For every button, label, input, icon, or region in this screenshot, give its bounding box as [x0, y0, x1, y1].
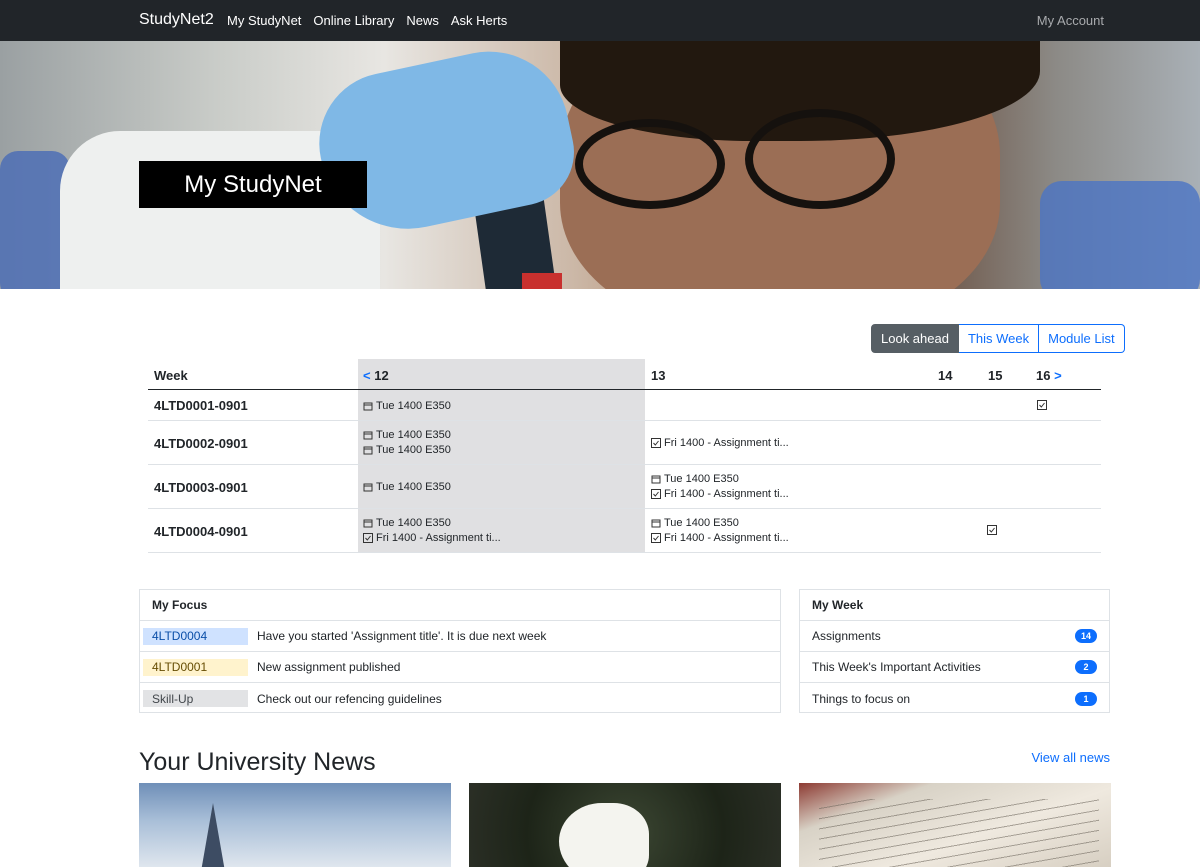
timetable-header: Week < 12 13 14 15 16 >	[148, 359, 1101, 390]
my-focus-panel: My Focus 4LTD0004 Have you started 'Assi…	[139, 589, 781, 713]
focus-text: Check out our refencing guidelines	[257, 691, 442, 706]
my-week-label: Things to focus on	[812, 691, 911, 706]
my-week-panel: My Week Assignments 14 This Week's Impor…	[799, 589, 1110, 713]
timetable-assignment[interactable]: Fri 1400 - Assignment ti...	[651, 488, 789, 500]
week-16-header: 16 >	[1036, 368, 1062, 383]
module-tag: Skill-Up	[143, 690, 248, 707]
hero-decor	[575, 119, 725, 209]
view-all-news-link[interactable]: View all news	[1031, 750, 1110, 765]
timetable-event[interactable]: Tue 1400 E350	[363, 444, 451, 456]
news-image-decor	[559, 803, 649, 867]
timetable-assignment[interactable]: Fri 1400 - Assignment ti...	[651, 532, 789, 544]
hero-decor	[1040, 181, 1200, 289]
module-code[interactable]: 4LTD0001-0901	[154, 398, 248, 413]
timetable-event[interactable]: Tue 1400 E350	[651, 517, 789, 529]
calendar-icon	[363, 519, 373, 528]
hero-banner-image: My StudyNet	[0, 41, 1200, 289]
count-badge: 2	[1075, 660, 1097, 674]
page-title: My StudyNet	[139, 161, 367, 208]
my-week-item[interactable]: Things to focus on 1	[800, 683, 1109, 714]
calendar-icon	[363, 446, 373, 455]
checkbox-icon	[363, 533, 373, 543]
hero-decor	[745, 109, 895, 209]
table-row: 4LTD0002-0901 Tue 1400 E350 Tue 1400 E35…	[148, 421, 1101, 465]
focus-item[interactable]: 4LTD0004 Have you started 'Assignment ti…	[140, 621, 780, 652]
nav-news[interactable]: News	[406, 13, 439, 28]
calendar-icon	[363, 431, 373, 440]
calendar-icon	[363, 402, 373, 411]
calendar-icon	[651, 475, 661, 484]
focus-item[interactable]: 4LTD0001 New assignment published	[140, 652, 780, 683]
module-code[interactable]: 4LTD0004-0901	[154, 524, 248, 539]
news-image-decor	[819, 799, 1099, 867]
timetable: Week < 12 13 14 15 16 > 4LTD0001-0901 Tu…	[148, 359, 1101, 553]
nav-ask-herts[interactable]: Ask Herts	[451, 13, 507, 28]
prev-week-arrow[interactable]: <	[363, 368, 371, 383]
checkbox-icon	[651, 438, 661, 448]
nav-online-library[interactable]: Online Library	[313, 13, 394, 28]
timetable-assignment[interactable]: Fri 1400 - Assignment ti...	[651, 437, 789, 449]
my-week-title: My Week	[800, 590, 1109, 621]
week-12-cell: Tue 1400 E350	[363, 481, 451, 493]
table-row: 4LTD0004-0901 Tue 1400 E350 Fri 1400 - A…	[148, 509, 1101, 553]
news-card-image[interactable]	[139, 783, 451, 867]
week-12-header: < 12	[363, 368, 389, 383]
timetable-event[interactable]: Tue 1400 E350	[363, 400, 451, 412]
week-column-label: Week	[154, 368, 188, 383]
top-navbar: StudyNet2 My StudyNet Online Library New…	[0, 0, 1200, 41]
view-toggle-group: Look ahead This Week Module List	[871, 324, 1125, 353]
next-week-arrow[interactable]: >	[1054, 368, 1062, 383]
focus-text: Have you started 'Assignment title'. It …	[257, 629, 547, 643]
focus-text: New assignment published	[257, 660, 401, 674]
count-badge: 14	[1075, 629, 1097, 643]
my-week-item[interactable]: This Week's Important Activities 2	[800, 652, 1109, 683]
week-13-header: 13	[651, 368, 666, 383]
module-code[interactable]: 4LTD0003-0901	[154, 480, 248, 495]
module-list-button[interactable]: Module List	[1039, 324, 1125, 353]
this-week-button[interactable]: This Week	[958, 324, 1040, 353]
table-row: 4LTD0001-0901 Tue 1400 E350	[148, 390, 1101, 421]
week-12-cell: Tue 1400 E350	[363, 400, 451, 412]
checkbox-icon	[651, 533, 661, 543]
checkbox-icon[interactable]	[1037, 400, 1047, 410]
hero-decor	[522, 273, 562, 289]
week-13-cell: Tue 1400 E350 Fri 1400 - Assignment ti..…	[651, 473, 789, 500]
news-card-image[interactable]	[469, 783, 781, 867]
my-week-item[interactable]: Assignments 14	[800, 621, 1109, 652]
timetable-event[interactable]: Tue 1400 E350	[363, 481, 451, 493]
module-tag: 4LTD0001	[143, 658, 248, 676]
calendar-icon	[363, 483, 373, 492]
calendar-icon	[651, 519, 661, 528]
my-week-label: Assignments	[812, 629, 881, 643]
checkbox-icon	[651, 489, 661, 499]
news-card-image[interactable]	[799, 783, 1111, 867]
week-12-cell: Tue 1400 E350 Fri 1400 - Assignment ti..…	[363, 517, 501, 544]
timetable-event[interactable]: Tue 1400 E350	[651, 473, 789, 485]
timetable-event[interactable]: Tue 1400 E350	[363, 429, 451, 441]
nav-links: My StudyNet Online Library News Ask Hert…	[227, 13, 507, 28]
news-image-decor	[199, 803, 227, 867]
week-15-cell	[987, 525, 997, 535]
timetable-assignment[interactable]: Fri 1400 - Assignment ti...	[363, 532, 501, 544]
table-row: 4LTD0003-0901 Tue 1400 E350 Tue 1400 E35…	[148, 465, 1101, 509]
module-tag: 4LTD0004	[143, 627, 248, 645]
my-account-link[interactable]: My Account	[1037, 13, 1104, 28]
week-12-cell: Tue 1400 E350 Tue 1400 E350	[363, 429, 451, 456]
week-15-header: 15	[988, 368, 1003, 383]
module-code[interactable]: 4LTD0002-0901	[154, 436, 248, 451]
my-week-label: This Week's Important Activities	[812, 660, 981, 674]
brand-link[interactable]: StudyNet2	[139, 11, 214, 29]
checkbox-icon[interactable]	[987, 525, 997, 535]
week-13-cell: Fri 1400 - Assignment ti...	[651, 437, 789, 449]
nav-my-studynet[interactable]: My StudyNet	[227, 13, 301, 28]
week-14-header: 14	[938, 368, 953, 383]
look-ahead-button[interactable]: Look ahead	[871, 324, 959, 353]
my-focus-title: My Focus	[140, 590, 780, 621]
timetable-event[interactable]: Tue 1400 E350	[363, 517, 501, 529]
count-badge: 1	[1075, 691, 1097, 706]
focus-item[interactable]: Skill-Up Check out our refencing guideli…	[140, 683, 780, 714]
week-16-cell	[1037, 400, 1047, 410]
news-heading: Your University News	[139, 748, 376, 776]
week-13-cell: Tue 1400 E350 Fri 1400 - Assignment ti..…	[651, 517, 789, 544]
